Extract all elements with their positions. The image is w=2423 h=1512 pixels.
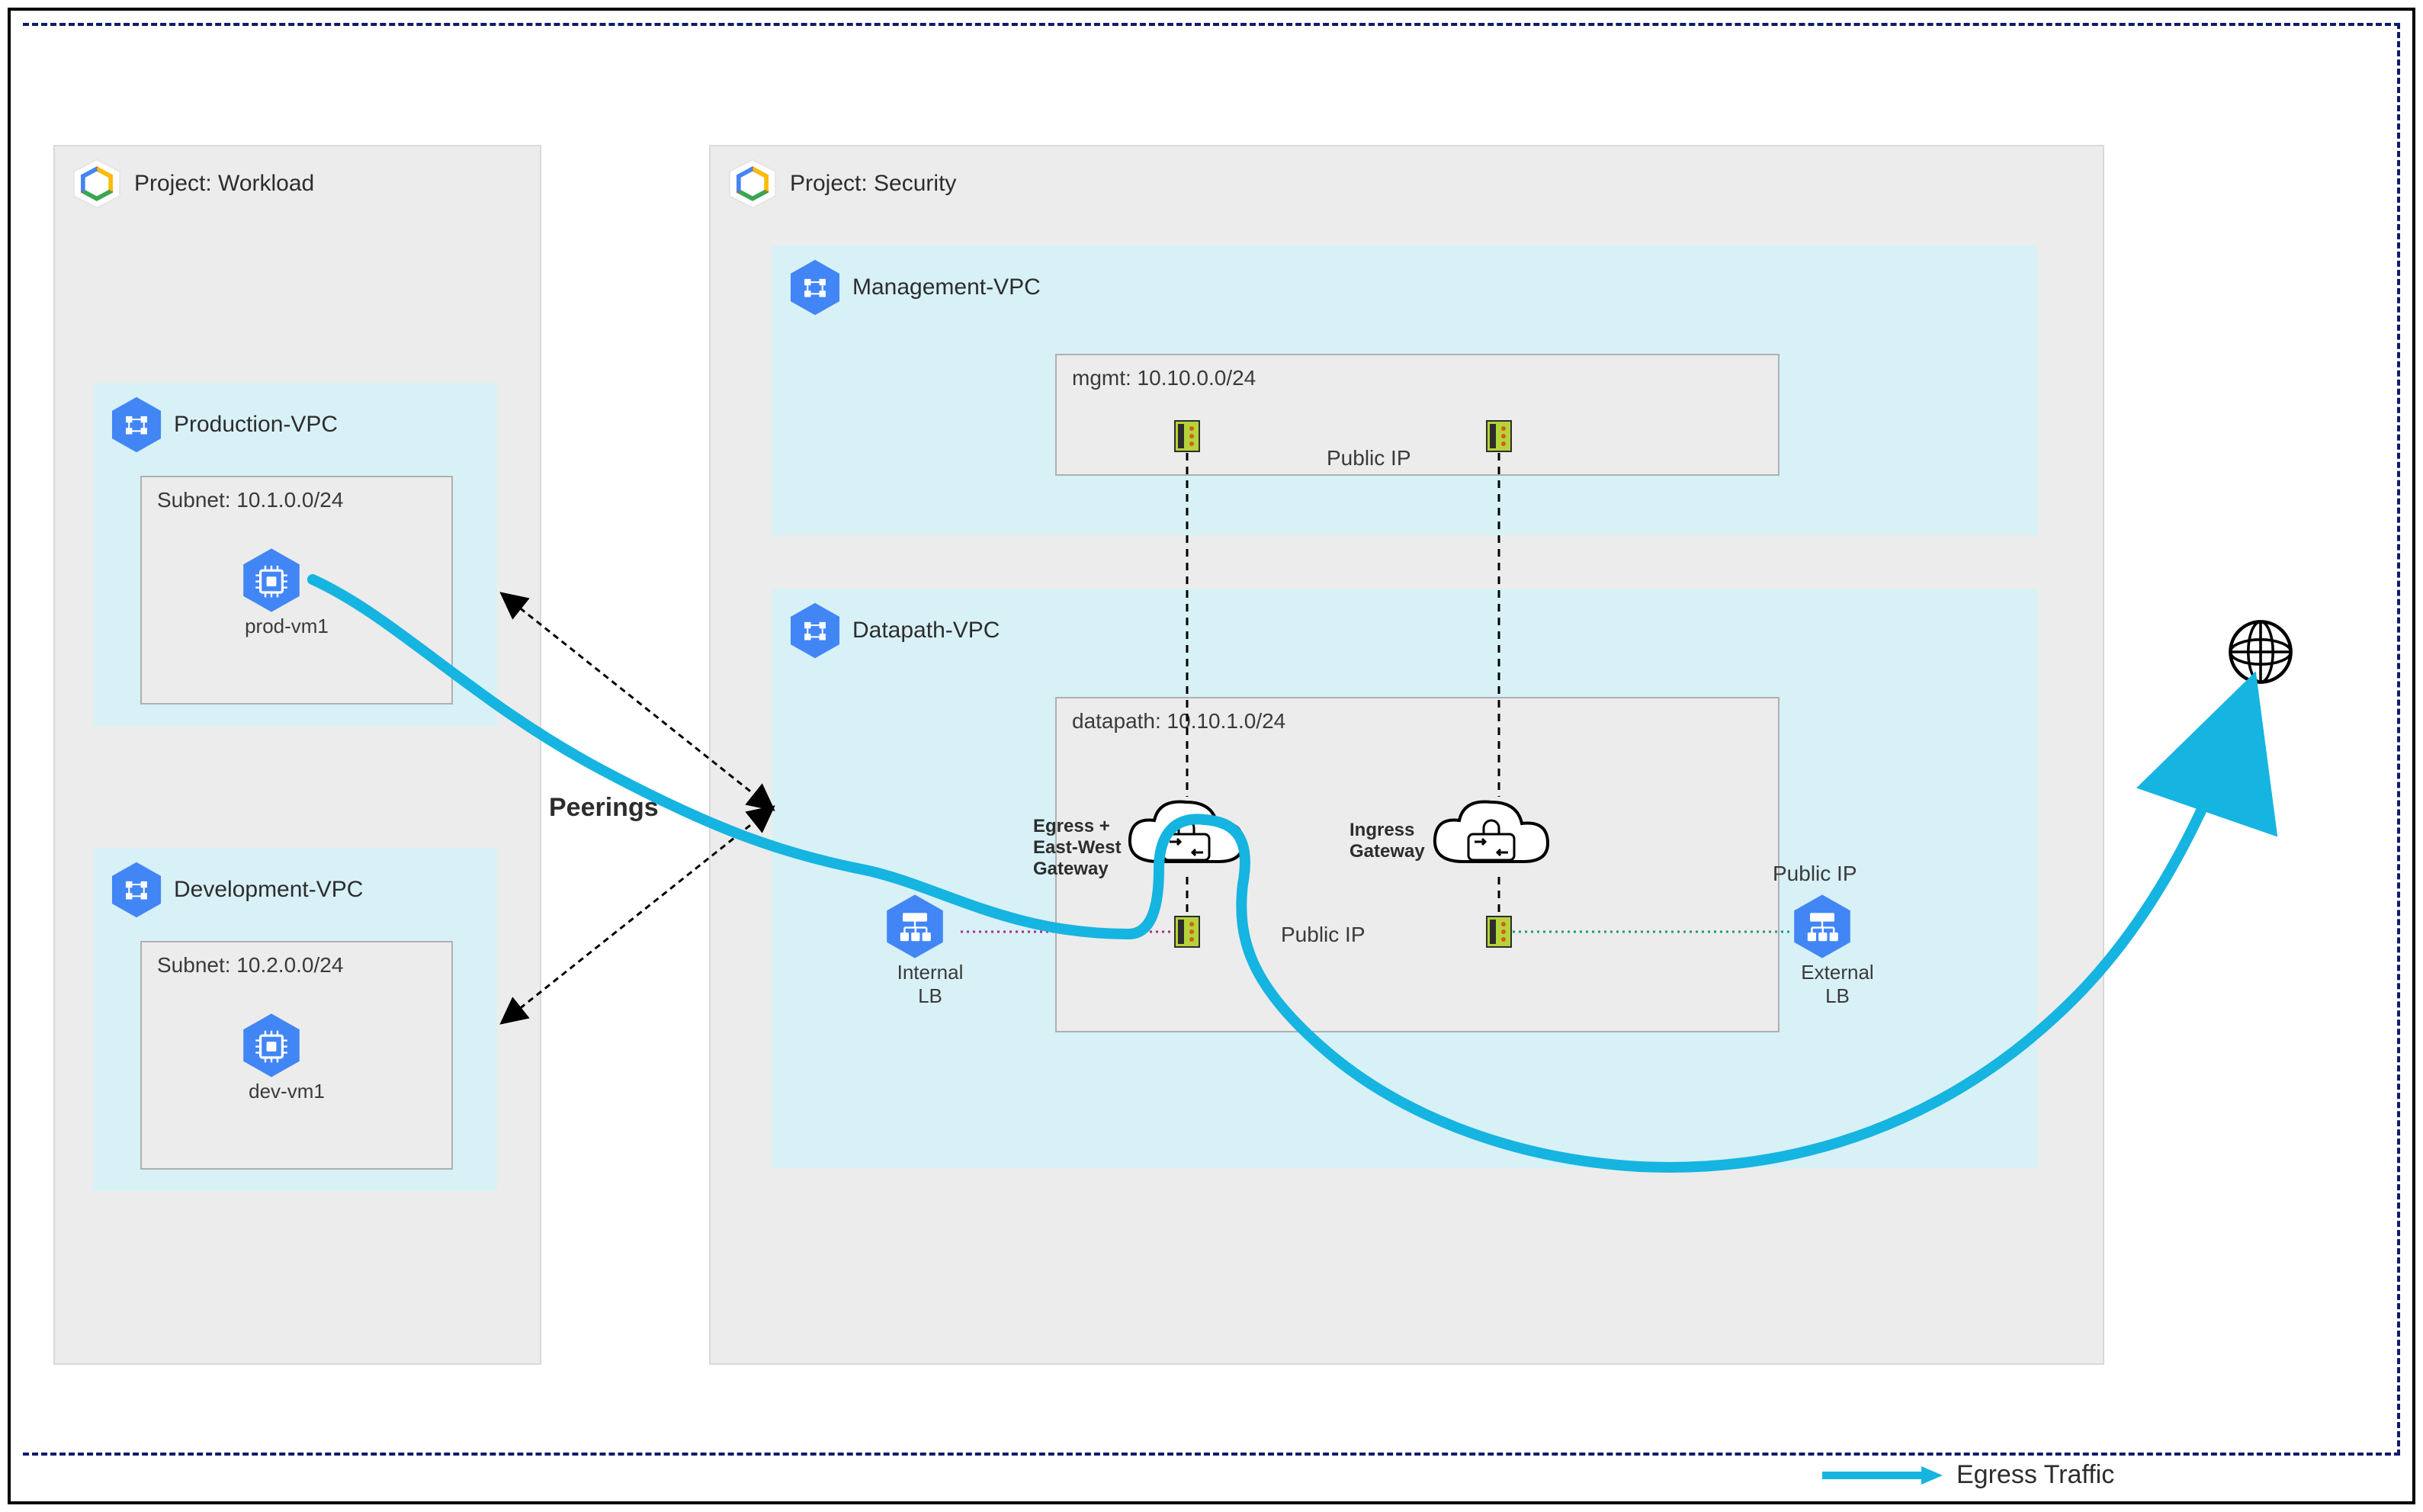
- lb-hex-icon: [884, 892, 976, 961]
- mgmt-subnet-label: mgmt: 10.10.0.0/24: [1057, 355, 1778, 401]
- management-vpc-header: Management-VPC: [773, 247, 2036, 328]
- lb-hex-icon: [1792, 892, 1883, 961]
- management-vpc: Management-VPC mgmt: 10.10.0.0/24: [772, 246, 2037, 535]
- nic-datapath-left: [1173, 915, 1201, 949]
- ingress-gateway-label: Ingress Gateway: [1349, 820, 1433, 862]
- egress-traffic-text: Egress Traffic: [1956, 1460, 2114, 1490]
- compute-hex-icon: [241, 1011, 332, 1080]
- datapath-public-ip-label: Public IP: [1281, 923, 1366, 947]
- compute-hex-icon: [241, 546, 332, 615]
- development-subnet: Subnet: 10.2.0.0/24: [140, 941, 453, 1170]
- internet-globe-icon: [2226, 618, 2295, 686]
- development-subnet-label: Subnet: 10.2.0.0/24: [142, 942, 451, 988]
- datapath-vpc-header: Datapath-VPC: [773, 590, 2036, 671]
- nic-mgmt-right: [1485, 419, 1513, 453]
- project-security-title: Project: Security: [790, 171, 956, 197]
- datapath-subnet-label: datapath: 10.10.1.0/24: [1057, 698, 1778, 744]
- production-vpc: Production-VPC Subnet: 10.1.0.0/24: [93, 383, 497, 726]
- gcp-hex-icon: [726, 157, 779, 210]
- vpc-hex-icon: [788, 258, 842, 317]
- ingress-gateway-icon: [1426, 793, 1555, 884]
- development-vpc: Development-VPC Subnet: 10.2.0.0/24: [93, 848, 497, 1191]
- nic-mgmt-left: [1173, 419, 1201, 453]
- project-workload-header: Project: Workload: [55, 146, 540, 221]
- nic-datapath-right: [1485, 915, 1513, 949]
- project-security-header: Project: Security: [711, 146, 2103, 221]
- production-vpc-header: Production-VPC: [95, 384, 496, 465]
- production-subnet: Subnet: 10.1.0.0/24: [140, 476, 453, 705]
- mgmt-subnet: mgmt: 10.10.0.0/24: [1055, 354, 1780, 476]
- prod-vm1-label: prod-vm1: [241, 615, 332, 638]
- egress-traffic-legend: Egress Traffic: [1822, 1460, 2114, 1490]
- production-subnet-label: Subnet: 10.1.0.0/24: [142, 477, 451, 523]
- internal-lb-label: Internal LB: [884, 961, 976, 1008]
- project-workload: Project: Workload Production-VPC: [53, 145, 541, 1365]
- mgmt-public-ip-label: Public IP: [1327, 446, 1411, 470]
- external-lb: External LB: [1792, 892, 1883, 1008]
- legend-arrow-icon: [1822, 1464, 1944, 1487]
- production-vpc-title: Production-VPC: [174, 412, 338, 438]
- project-workload-title: Project: Workload: [134, 171, 314, 197]
- internal-lb: Internal LB: [884, 892, 976, 1008]
- development-vpc-title: Development-VPC: [174, 877, 363, 903]
- vpc-hex-icon: [788, 601, 842, 660]
- egress-gateway-icon: [1121, 793, 1250, 884]
- peerings-label: Peerings: [549, 793, 659, 823]
- project-security: Project: Security Management-VPC: [709, 145, 2104, 1365]
- external-lb-public-ip-label: Public IP: [1773, 862, 1857, 886]
- external-lb-label: External LB: [1792, 961, 1883, 1008]
- vpc-hex-icon: [110, 860, 163, 920]
- dev-vm1-node: dev-vm1: [241, 1011, 332, 1103]
- datapath-vpc-title: Datapath-VPC: [852, 618, 1000, 644]
- vpc-hex-icon: [110, 395, 163, 454]
- prod-vm1-node: prod-vm1: [241, 546, 332, 638]
- development-vpc-header: Development-VPC: [95, 849, 496, 930]
- gcp-hex-icon: [70, 157, 124, 210]
- egress-gateway-label: Egress + East-West Gateway: [1033, 816, 1132, 880]
- management-vpc-title: Management-VPC: [852, 274, 1041, 300]
- dev-vm1-label: dev-vm1: [241, 1080, 332, 1103]
